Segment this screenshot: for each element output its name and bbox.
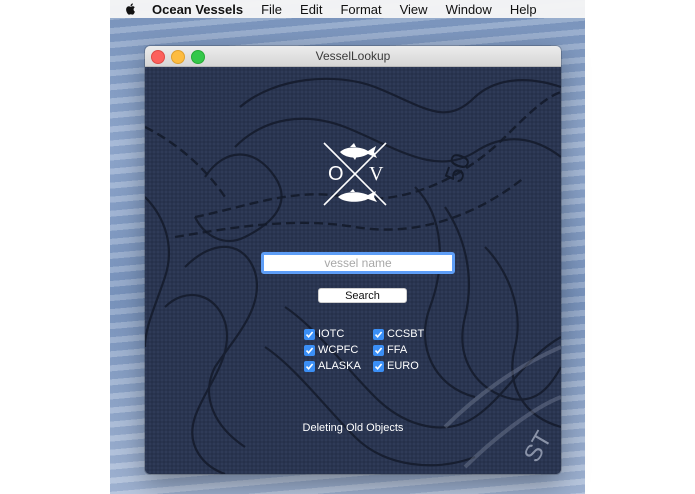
status-message: Deleting Old Objects <box>302 422 404 434</box>
minimize-button[interactable] <box>171 50 185 64</box>
logo-letter-o: O <box>328 163 344 185</box>
menu-edit[interactable]: Edit <box>300 2 322 17</box>
checkmark-icon[interactable] <box>304 360 315 372</box>
search-button[interactable]: Search <box>318 288 407 303</box>
checkbox-label: EURO <box>387 360 419 372</box>
checkbox-label: FFA <box>387 344 408 356</box>
checkmark-icon[interactable] <box>304 344 315 356</box>
checkbox-label: WCPFC <box>318 344 359 356</box>
ocean-vessels-logo: O V <box>323 142 387 206</box>
checkmark-icon[interactable] <box>373 344 384 356</box>
checkmark-icon[interactable] <box>373 360 384 372</box>
checkbox-wcpfc[interactable]: WCPFC <box>304 344 358 356</box>
title-bar[interactable]: VesselLookup <box>145 46 561 67</box>
checkbox-label: IOTC <box>318 328 345 340</box>
logo-letter-v: V <box>369 163 384 185</box>
menu-view[interactable]: View <box>400 2 428 17</box>
menu-window[interactable]: Window <box>446 2 492 17</box>
vessel-name-search-input[interactable] <box>261 252 455 274</box>
window-title: VesselLookup <box>315 49 391 63</box>
checkbox-euro[interactable]: EURO <box>373 360 419 372</box>
checkbox-ccsbt[interactable]: CCSBT <box>373 328 424 340</box>
menu-bar: Ocean Vessels File Edit Format View Wind… <box>110 0 585 18</box>
checkbox-label: ALASKA <box>318 360 361 372</box>
checkbox-alaska[interactable]: ALASKA <box>304 360 361 372</box>
checkbox-ffa[interactable]: FFA <box>373 344 407 356</box>
apple-icon[interactable] <box>124 2 138 16</box>
checkbox-iotc[interactable]: IOTC <box>304 328 344 340</box>
checkmark-icon[interactable] <box>373 328 384 340</box>
app-window: VesselLookup 50 ST O V vessel name Searc… <box>145 46 561 474</box>
menu-format[interactable]: Format <box>340 2 381 17</box>
menu-app-name[interactable]: Ocean Vessels <box>152 2 243 17</box>
checkbox-label: CCSBT <box>387 328 425 340</box>
menu-help[interactable]: Help <box>510 2 537 17</box>
close-button[interactable] <box>151 50 165 64</box>
window-content: 50 ST O V Search IOTC CCSB <box>145 67 561 474</box>
checkmark-icon[interactable] <box>304 328 315 340</box>
menu-file[interactable]: File <box>261 2 282 17</box>
zoom-button[interactable] <box>191 50 205 64</box>
